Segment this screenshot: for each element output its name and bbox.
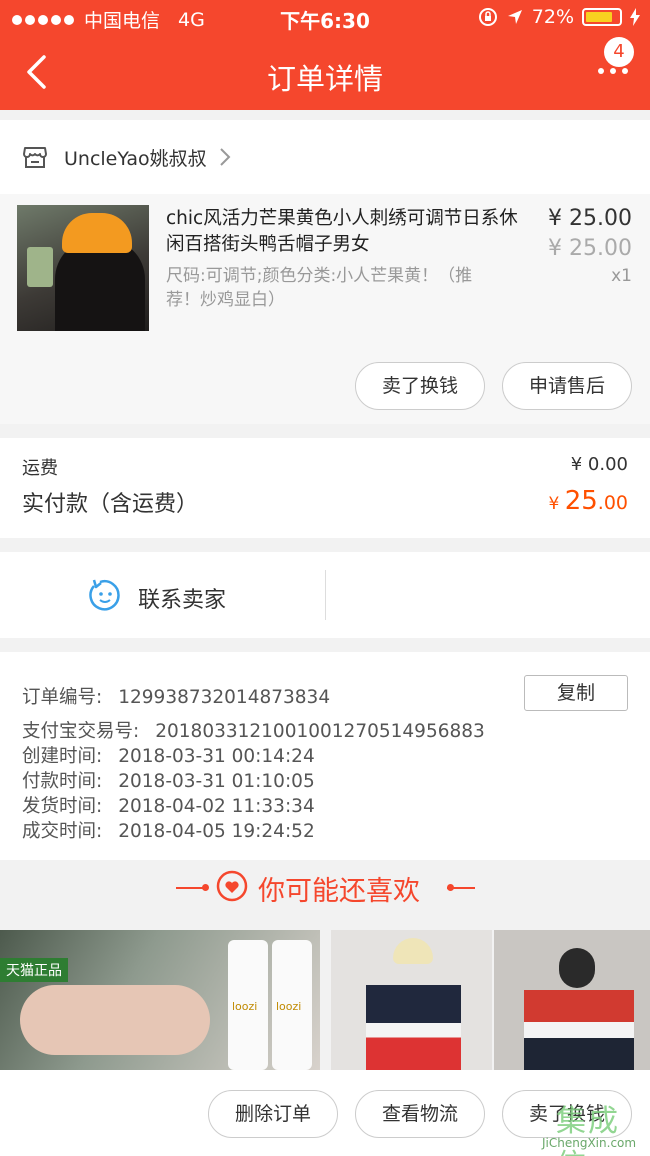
shipped-label: 发货时间:: [22, 796, 103, 817]
more-icon[interactable]: [598, 68, 628, 74]
location-arrow-icon: [507, 10, 522, 24]
shipping-value: ¥ 0.00: [570, 454, 628, 475]
charging-icon: [630, 8, 640, 26]
recommend-item[interactable]: [331, 930, 492, 1070]
order-number-row: 订单编号: 129938732014873834: [22, 683, 330, 709]
completed-value: 2018-04-05 19:24:52: [118, 821, 315, 842]
recommend-line-right: [447, 887, 475, 889]
fee-section: 运费 ¥ 0.00 实付款（含运费） ¥ 25.00: [0, 438, 650, 538]
paid-label: 实付款（含运费）: [22, 492, 199, 517]
contact-section: 联系卖家: [0, 552, 650, 638]
alipay-label: 支付宝交易号:: [22, 721, 140, 742]
order-number-value: 129938732014873834: [118, 687, 331, 708]
sell-button[interactable]: 卖了换钱: [355, 362, 485, 410]
watermark: 集成信 JiChengXin.com: [530, 1096, 642, 1156]
alipay-row: 支付宝交易号: 2018033121001001270514956883: [22, 717, 485, 743]
product-original-price: ¥ 25.00: [548, 236, 632, 261]
top-bar: 中国电信 4G 下午6:30 72% 订单详情 4: [0, 0, 650, 110]
recommend-item[interactable]: loozi loozi 天猫正品: [0, 930, 320, 1070]
battery-icon: [582, 8, 622, 26]
view-logistics-button[interactable]: 查看物流: [355, 1090, 485, 1138]
nav-bar: 订单详情 4: [0, 36, 650, 110]
shipped-value: 2018-04-02 11:33:34: [118, 796, 315, 817]
product-title: chic风活力芒果黄色小人刺绣可调节日系休闲百搭街头鸭舌帽子男女: [166, 208, 518, 255]
paid-time-label: 付款时间:: [22, 771, 103, 792]
recommend-header: 你可能还喜欢: [0, 860, 650, 930]
notification-badge: 4: [604, 37, 634, 67]
completed-label: 成交时间:: [22, 821, 103, 842]
created-row: 创建时间: 2018-03-31 00:14:24: [22, 742, 315, 768]
product-card[interactable]: chic风活力芒果黄色小人刺绣可调节日系休闲百搭街头鸭舌帽子男女 尺码:可调节;…: [0, 194, 650, 424]
recommend-dot-left: [202, 884, 209, 891]
battery-percent: 72%: [531, 6, 574, 28]
recommend-line-left: [176, 887, 204, 889]
paid-time-value: 2018-03-31 01:10:05: [118, 771, 315, 792]
recommend-tiles: loozi loozi 天猫正品: [0, 930, 650, 1070]
copy-button[interactable]: 复制: [524, 675, 628, 711]
chevron-right-icon: [219, 148, 231, 166]
recommend-title: 你可能还喜欢: [258, 876, 420, 907]
watermark-site: JiChengXin.com: [542, 1136, 637, 1150]
paid-decimal: .00: [597, 492, 628, 514]
alipay-value: 2018033121001001270514956883: [155, 721, 485, 742]
recommend-item[interactable]: [494, 930, 650, 1070]
aftersale-button[interactable]: 申请售后: [502, 362, 632, 410]
status-right: 72%: [478, 6, 640, 28]
heart-icon: [216, 870, 248, 902]
product-sku: 尺码:可调节;颜色分类:小人芒果黄！（推荐！炒鸡显白）: [166, 266, 473, 310]
page-title: 订单详情: [266, 62, 383, 96]
order-info-section: 订单编号: 129938732014873834 复制 支付宝交易号: 201803…: [0, 652, 650, 860]
shipped-row: 发货时间: 2018-04-02 11:33:34: [22, 792, 315, 818]
store-row[interactable]: UncleYao姚叔叔: [0, 120, 650, 194]
status-bar: 中国电信 4G 下午6:30 72%: [0, 0, 650, 36]
product-price: ¥ 25.00: [548, 206, 632, 231]
contact-divider: [325, 570, 326, 620]
lock-rotation-icon: [478, 8, 497, 26]
bottle-brand-label: loozi: [276, 1000, 302, 1013]
product-quantity: x1: [611, 266, 632, 286]
order-number-label: 订单编号:: [22, 687, 103, 708]
chat-face-icon[interactable]: [88, 578, 122, 612]
tmall-tag: 天猫正品: [0, 958, 68, 982]
delete-order-button[interactable]: 删除订单: [208, 1090, 338, 1138]
order-detail-page: 中国电信 4G 下午6:30 72% 订单详情 4 UncleYao姚叔叔 ch…: [0, 0, 650, 1156]
created-value: 2018-03-31 00:14:24: [118, 746, 315, 767]
created-label: 创建时间:: [22, 746, 103, 767]
store-icon: [23, 147, 47, 168]
contact-seller-button[interactable]: 联系卖家: [138, 582, 226, 614]
paid-time-row: 付款时间: 2018-03-31 01:10:05: [22, 767, 315, 793]
shipping-label: 运费: [22, 458, 58, 479]
store-name: UncleYao姚叔叔: [64, 147, 207, 170]
bottle-brand-label: loozi: [232, 1000, 258, 1013]
paid-currency: ¥: [548, 494, 565, 514]
paid-integer: 25: [564, 486, 598, 516]
product-thumbnail[interactable]: [17, 205, 149, 331]
paid-amount: ¥ 25.00: [548, 486, 628, 516]
completed-row: 成交时间: 2018-04-05 19:24:52: [22, 817, 315, 843]
